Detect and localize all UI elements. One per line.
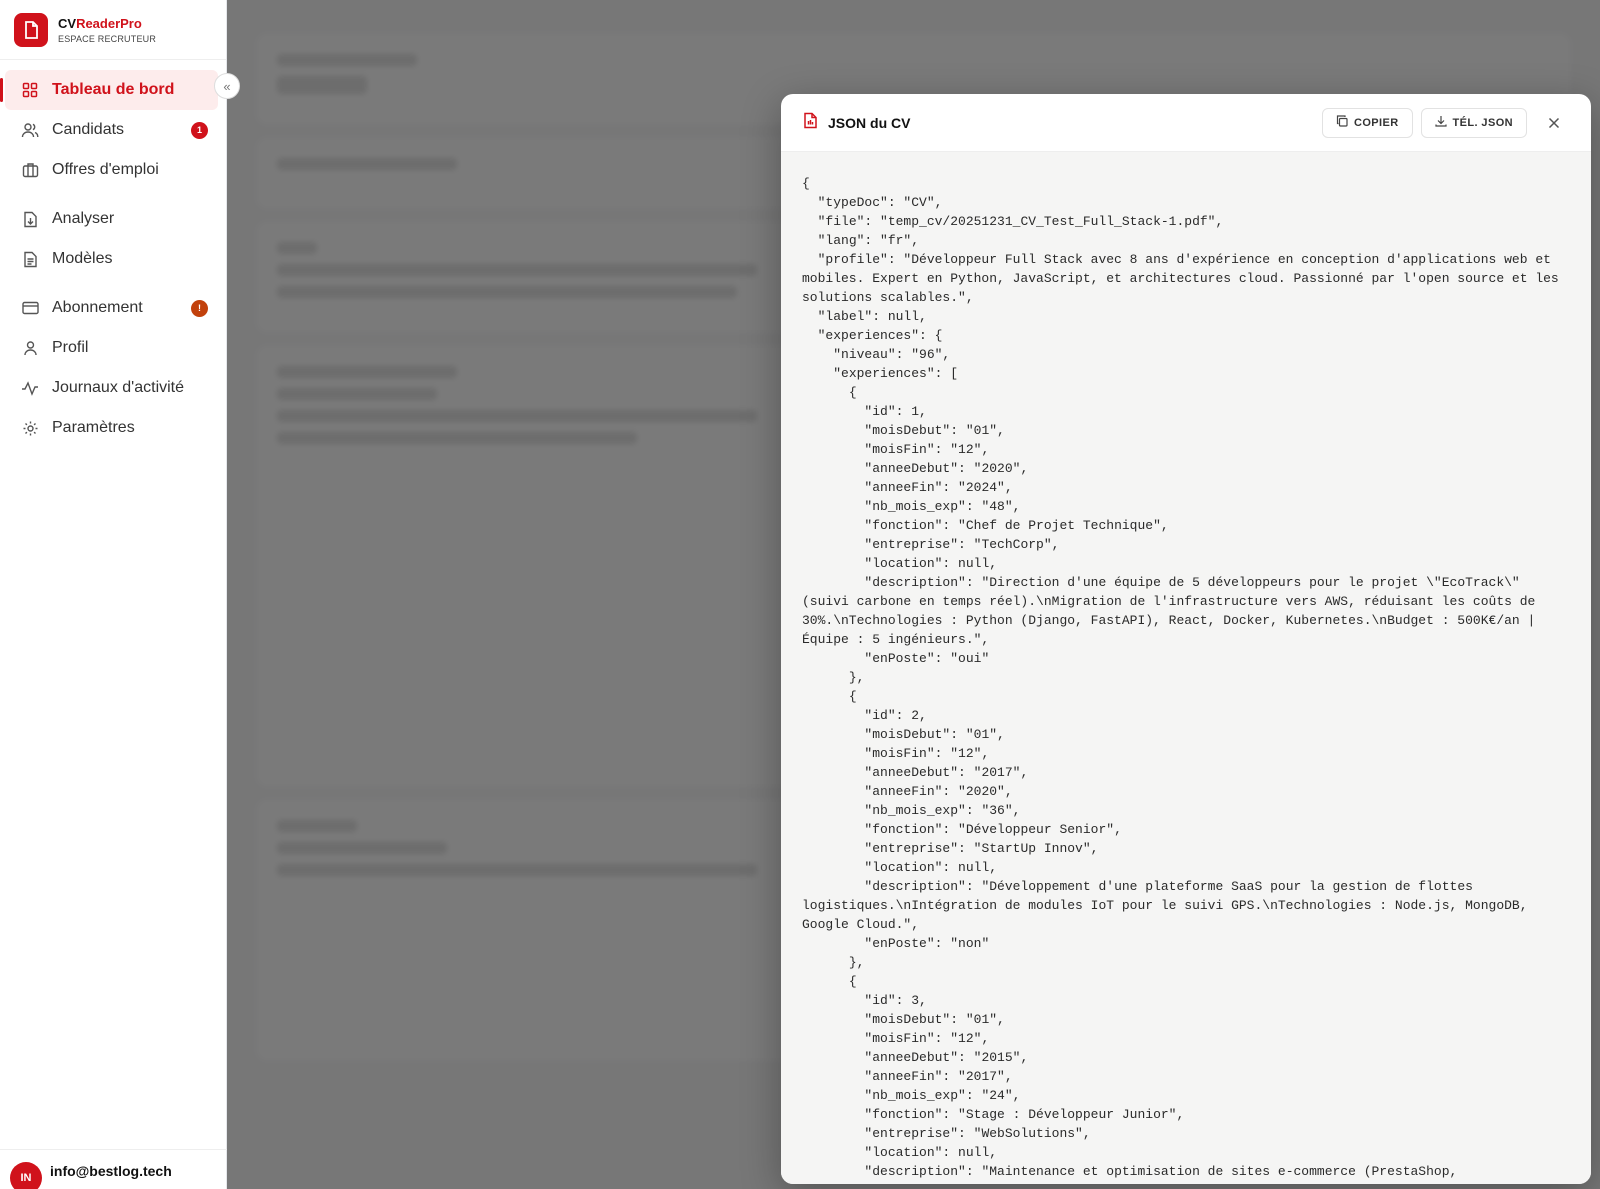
brand-prefix: CV xyxy=(58,15,77,31)
avatar: IN xyxy=(10,1161,42,1189)
sidebar-item-label: Analyser xyxy=(52,210,115,227)
sidebar-item-activity-logs[interactable]: Journaux d'activité xyxy=(5,368,218,408)
file-upload-icon xyxy=(20,209,40,229)
brand-subtitle: ESPACE RECRUTEUR xyxy=(58,33,157,44)
sidebar-item-templates[interactable]: Modèles xyxy=(5,239,218,279)
collapse-sidebar-button[interactable]: « xyxy=(214,73,240,99)
user-email: info@bestlog.tech xyxy=(50,1162,172,1179)
sidebar-item-subscription[interactable]: Abonnement ! xyxy=(5,288,218,328)
download-button-label: TÉL. JSON xyxy=(1452,116,1513,129)
sidebar-item-profile[interactable]: Profil xyxy=(5,328,218,368)
grid-icon xyxy=(20,80,40,100)
sidebar-item-candidates[interactable]: Candidats 1 xyxy=(5,110,218,150)
sidebar-item-settings[interactable]: Paramètres xyxy=(5,408,218,448)
user-account[interactable]: IN info@bestlog.tech xyxy=(0,1149,227,1189)
sidebar-item-dashboard[interactable]: Tableau de bord xyxy=(0,70,218,110)
sidebar-item-analyze[interactable]: Analyser xyxy=(5,199,218,239)
sidebar-item-label: Profil xyxy=(52,339,89,356)
json-code-block: { "typeDoc": "CV", "file": "temp_cv/2025… xyxy=(802,176,1559,1179)
sidebar-item-label: Candidats xyxy=(52,121,125,138)
sidebar-item-label: Abonnement xyxy=(52,299,143,316)
sidebar: CVReaderPro ESPACE RECRUTEUR Tableau de … xyxy=(0,0,227,1189)
briefcase-icon xyxy=(20,160,40,180)
brand[interactable]: CVReaderPro ESPACE RECRUTEUR xyxy=(0,0,226,60)
copy-icon xyxy=(1336,115,1348,130)
subscription-alert-badge: ! xyxy=(191,299,208,317)
gear-icon xyxy=(20,418,40,438)
candidates-count-badge: 1 xyxy=(191,121,208,139)
sidebar-item-label: Offres d'emploi xyxy=(52,161,159,178)
json-file-icon xyxy=(803,112,818,134)
modal-title: JSON du CV xyxy=(828,114,911,131)
sidebar-nav: Tableau de bord Candidats 1 Offres d'emp… xyxy=(0,60,226,448)
credit-card-icon xyxy=(20,298,40,318)
cv-json-modal: JSON du CV COPIER TÉL. JSON { "typeDoc":… xyxy=(781,94,1591,1184)
close-icon[interactable] xyxy=(1539,108,1569,138)
activity-icon xyxy=(20,378,40,398)
sidebar-item-label: Journaux d'activité xyxy=(52,379,185,396)
sidebar-item-label: Tableau de bord xyxy=(52,81,175,98)
sidebar-item-job-offers[interactable]: Offres d'emploi xyxy=(5,150,218,190)
user-icon xyxy=(20,338,40,358)
modal-header: JSON du CV COPIER TÉL. JSON xyxy=(781,94,1591,152)
copy-button[interactable]: COPIER xyxy=(1321,107,1413,138)
sidebar-item-label: Modèles xyxy=(52,250,113,267)
download-icon xyxy=(1434,115,1447,130)
download-json-button[interactable]: TÉL. JSON xyxy=(1420,107,1527,138)
json-viewer[interactable]: { "typeDoc": "CV", "file": "temp_cv/2025… xyxy=(781,152,1591,1184)
copy-button-label: COPIER xyxy=(1353,116,1399,129)
users-icon xyxy=(20,120,40,140)
brand-suffix: ReaderPro xyxy=(76,15,142,31)
logo-icon xyxy=(14,12,48,47)
document-icon xyxy=(20,249,40,269)
brand-name: CVReaderPro xyxy=(58,16,156,31)
sidebar-item-label: Paramètres xyxy=(52,419,135,436)
